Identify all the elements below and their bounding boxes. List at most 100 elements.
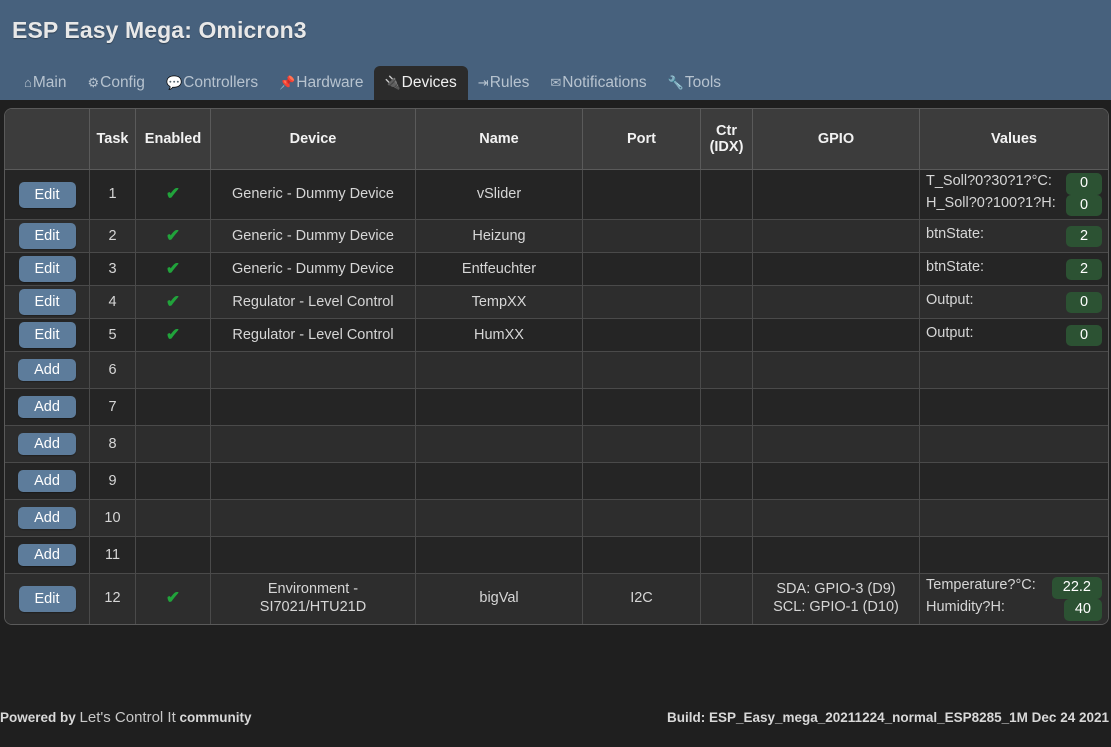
page-footer: Powered by Let's Control It community Bu… [0, 687, 1111, 747]
cell-ctr-idx [701, 537, 753, 575]
devices-table-body: Edit 1 ✔ Generic - Dummy Device vSlider 0 T_So… [5, 170, 1108, 624]
cell-port [583, 352, 701, 390]
nav-tab-label: Hardware [296, 73, 364, 91]
nav-tab-notifications[interactable]: ✉ Notifications [540, 66, 657, 101]
nav-tab-devices[interactable]: 🔌 Devices [374, 65, 468, 100]
cell-action: Edit [5, 286, 90, 320]
cell-values: 0 T_Soll?0?30?1?°C: 0 H_Soll?0?100?1?H: [920, 170, 1108, 221]
edit-task-button[interactable]: Edit [18, 586, 76, 613]
cell-enabled: ✔ [136, 286, 211, 320]
cell-gpio: SDA: GPIO-3 (D9) SCL: GPIO-1 (D10) [753, 574, 920, 624]
cell-name [416, 537, 583, 575]
nav-tab-rules[interactable]: ⇥ Rules [468, 66, 541, 101]
value-entry: 22.2 Temperature?°C: [926, 577, 1102, 600]
cell-port [583, 253, 701, 287]
column-header-ctr-line2: (IDX) [709, 139, 744, 155]
value-badge: 0 [1066, 291, 1102, 314]
column-header-values: Values [920, 109, 1108, 170]
cell-gpio [753, 537, 920, 575]
cell-action: Edit [5, 574, 90, 624]
cell-task-number: 4 [90, 286, 136, 320]
main-content: Task Enabled Device Name Port Ctr (IDX) … [0, 100, 1111, 687]
plug-icon: 🔌 [384, 74, 401, 90]
cell-values [920, 500, 1108, 538]
cell-port [583, 170, 701, 221]
value-entry: 0 T_Soll?0?30?1?°C: [926, 173, 1102, 195]
cell-name [416, 426, 583, 464]
cell-enabled: ✔ [136, 220, 211, 254]
cell-port [583, 286, 701, 320]
value-badge: 2 [1066, 225, 1102, 248]
cell-gpio [753, 389, 920, 427]
add-task-button[interactable]: Add [18, 470, 76, 493]
edit-task-button[interactable]: Edit [18, 223, 76, 250]
cell-action: Edit [5, 170, 90, 221]
cell-ctr-idx [701, 500, 753, 538]
cell-ctr-idx [701, 389, 753, 427]
cell-device: Generic - Dummy Device [211, 253, 416, 287]
table-row: Add 7 [5, 389, 1108, 427]
add-task-button[interactable]: Add [18, 396, 76, 419]
edit-task-button[interactable]: Edit [18, 256, 76, 283]
cell-action: Add [5, 537, 90, 575]
add-task-button[interactable]: Add [18, 544, 76, 567]
cell-action: Edit [5, 220, 90, 254]
edit-task-button[interactable]: Edit [18, 181, 76, 208]
column-header-task: Task [90, 109, 136, 170]
footer-powered-by: Powered by Let's Control It community [0, 709, 252, 726]
speech-bubble-icon: 💬 [165, 74, 183, 90]
cell-ctr-idx [701, 253, 753, 287]
value-badge: 40 [1063, 599, 1102, 621]
nav-tab-controllers[interactable]: 💬 Controllers [156, 66, 269, 101]
column-header-port: Port [583, 109, 701, 170]
cell-gpio [753, 220, 920, 254]
value-label: T_Soll?0?30?1?°C: [926, 173, 1052, 189]
arrow-branch-icon: ⇥ [477, 74, 489, 90]
cell-ctr-idx [701, 352, 753, 390]
column-header-name: Name [416, 109, 583, 170]
cell-task-number: 11 [90, 537, 136, 575]
table-row: Edit 12 ✔ Environment - SI7021/HTU21D bigVal… [5, 574, 1108, 624]
add-task-button[interactable]: Add [18, 507, 76, 530]
nav-tab-tools[interactable]: 🔧 Tools [658, 66, 732, 101]
value-entry: 2 btnState: [926, 225, 1102, 248]
cell-port [583, 220, 701, 254]
cell-name: bigVal [416, 574, 583, 624]
cell-values: 0 Output: [920, 286, 1108, 320]
cell-task-number: 5 [90, 319, 136, 353]
nav-tab-main[interactable]: ⌂ Main [14, 66, 77, 101]
cell-port [583, 319, 701, 353]
footer-build-info: Build: ESP_Easy_mega_20211224_normal_ESP… [666, 709, 1109, 725]
cell-action: Add [5, 426, 90, 464]
cell-task-number: 8 [90, 426, 136, 464]
add-task-button[interactable]: Add [18, 433, 76, 456]
cell-device [211, 463, 416, 501]
cell-task-number: 10 [90, 500, 136, 538]
cell-task-number: 1 [90, 170, 136, 221]
nav-tab-config[interactable]: ⚙ Config [77, 66, 155, 101]
gpio-line: SDA: GPIO-3 (D9) [776, 581, 896, 598]
value-badge: 0 [1066, 324, 1102, 347]
envelope-icon: ✉ [550, 74, 562, 90]
cell-action: Add [5, 463, 90, 501]
value-label: btnState: [926, 225, 985, 242]
table-row: Edit 5 ✔ Regulator - Level Control HumXX 0 Out… [5, 319, 1108, 353]
checkmark-icon: ✔ [165, 183, 181, 203]
cell-ctr-idx [701, 286, 753, 320]
nav-tab-hardware[interactable]: 📌 Hardware [269, 66, 374, 101]
edit-task-button[interactable]: Edit [18, 322, 76, 349]
column-header-enabled: Enabled [136, 109, 211, 170]
value-entry: 40 Humidity?H: [926, 599, 1102, 621]
edit-task-button[interactable]: Edit [18, 289, 76, 316]
footer-brand-link[interactable]: Let's Control It [80, 709, 176, 726]
value-label: Output: [926, 291, 974, 308]
nav-tab-label: Controllers [183, 73, 259, 91]
cell-enabled: ✔ [136, 574, 211, 624]
nav-tab-label: Main [32, 73, 67, 91]
add-task-button[interactable]: Add [18, 359, 76, 382]
cell-port: I2C [583, 574, 701, 624]
value-badge: 2 [1066, 258, 1102, 281]
gpio-line: SCL: GPIO-1 (D10) [773, 599, 899, 616]
footer-powered-label: Powered by [0, 709, 80, 725]
cell-gpio [753, 426, 920, 464]
